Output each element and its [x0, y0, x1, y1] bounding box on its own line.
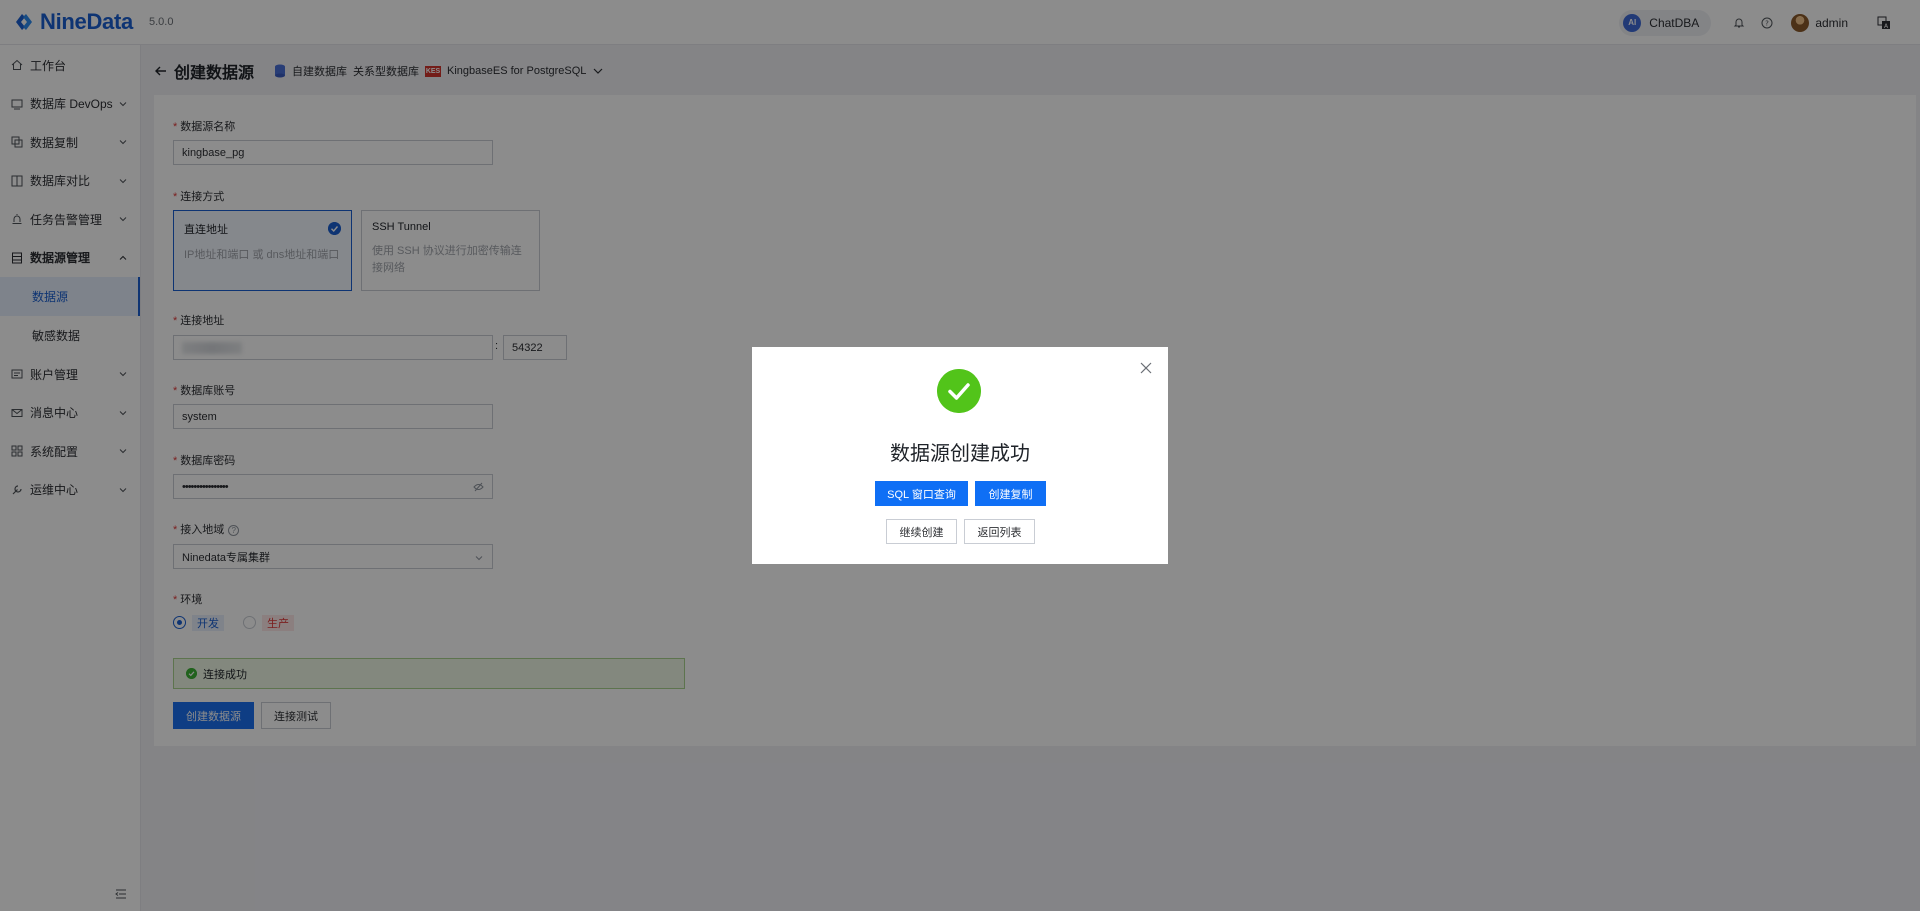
continue-create-button[interactable]: 继续创建 [886, 519, 957, 544]
dialog-title: 数据源创建成功 [890, 443, 1030, 465]
success-check-icon [937, 369, 981, 413]
back-to-list-button[interactable]: 返回列表 [964, 519, 1035, 544]
create-replication-button[interactable]: 创建复制 [975, 481, 1046, 506]
sql-window-query-button[interactable]: SQL 窗口查询 [875, 481, 968, 506]
close-icon[interactable] [1140, 362, 1152, 374]
success-dialog: 数据源创建成功 SQL 窗口查询 创建复制 继续创建 返回列表 [752, 347, 1168, 564]
